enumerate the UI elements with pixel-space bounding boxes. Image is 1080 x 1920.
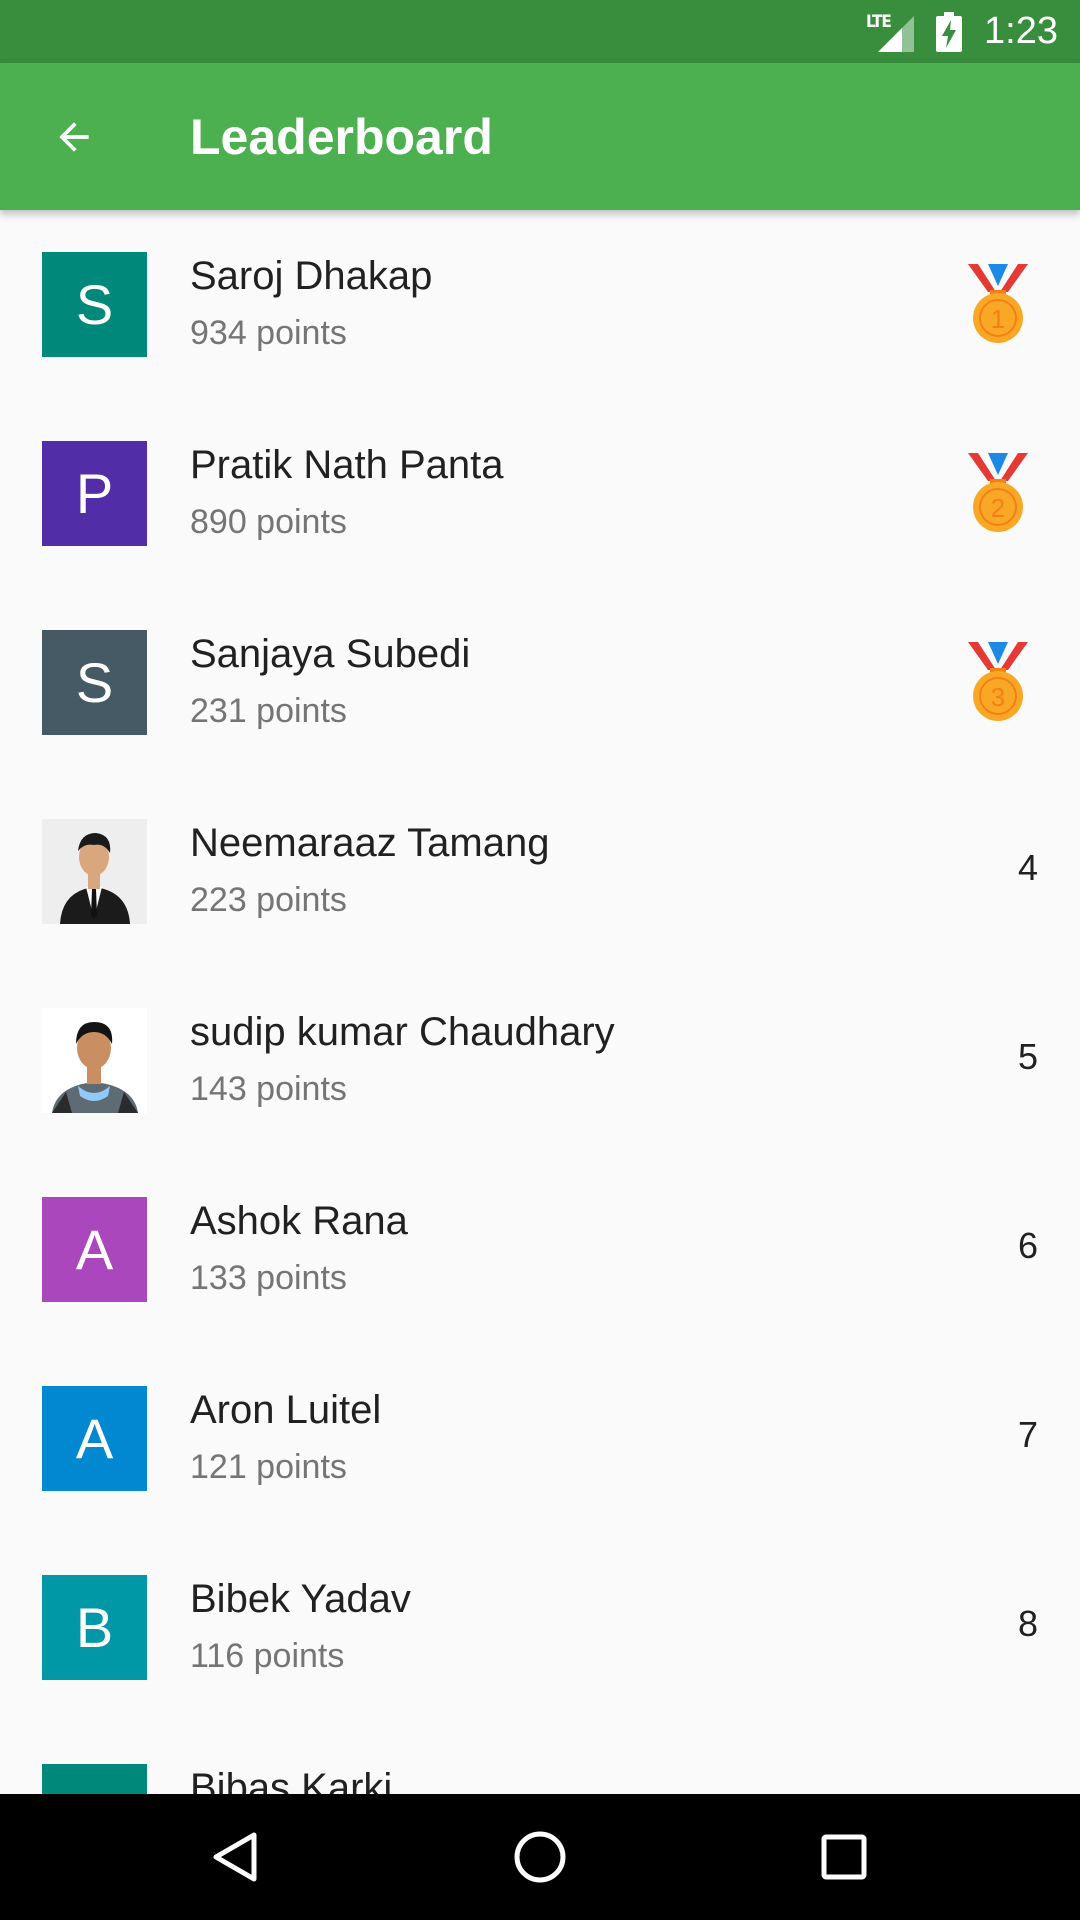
profile-photo [42,819,147,924]
avatar: B [42,1575,147,1680]
avatar: A [42,1197,147,1302]
list-item[interactable]: S Saroj Dhakap 934 points 1 [0,210,1080,399]
rank-number: 6 [1017,1225,1038,1266]
bronze-medal-icon: 3 [968,642,1028,721]
list-item[interactable]: B Bibek Yadav 116 points 8 [0,1533,1080,1722]
leaderboard-list[interactable]: S Saroj Dhakap 934 points 1 P Pratik Nat… [0,210,1080,1794]
silver-medal-icon: 2 [968,453,1028,532]
rank-number: 7 [1017,1414,1038,1455]
avatar: P [42,441,147,546]
list-item[interactable]: A Ashok Rana 133 points 6 [0,1155,1080,1344]
list-item[interactable]: sudip kumar Chaudhary 143 points 5 [0,966,1080,1155]
avatar: S [42,252,147,357]
user-name: Aron Luitel [190,1388,382,1432]
rank-number: 8 [1017,1603,1038,1644]
user-points: 121 points [190,1448,347,1486]
page-title: Leaderboard [190,108,493,165]
user-name: Bibek Yadav [190,1577,411,1621]
user-points: 143 points [190,1070,347,1108]
user-points: 133 points [190,1259,347,1297]
avatar [42,1008,147,1113]
rank-number: 5 [1017,1036,1038,1077]
user-name: Pratik Nath Panta [190,443,504,487]
nav-recents-icon[interactable] [814,1827,874,1887]
status-bar: LTE 1:23 [0,0,1080,63]
user-points: 223 points [190,881,347,919]
avatar [42,1764,147,1794]
user-name: Bibas Karki [190,1766,393,1794]
medal-rank: 3 [991,682,1005,712]
clock: 1:23 [984,10,1058,52]
nav-back-icon[interactable] [206,1827,266,1887]
navigation-bar [0,1794,1080,1920]
user-name: sudip kumar Chaudhary [190,1010,615,1054]
user-name: Ashok Rana [190,1199,408,1243]
list-item[interactable]: S Sanjaya Subedi 231 points 3 [0,588,1080,777]
user-points: 116 points [190,1637,345,1675]
user-name: Sanjaya Subedi [190,632,471,676]
medal-rank: 2 [991,493,1005,523]
back-button[interactable] [46,109,102,165]
list-item[interactable]: Neemaraaz Tamang 223 points 4 [0,777,1080,966]
user-name: Saroj Dhakap [190,254,433,298]
list-item[interactable]: P Pratik Nath Panta 890 points 2 [0,399,1080,588]
user-points: 890 points [190,503,347,541]
gold-medal-icon: 1 [968,264,1028,343]
arrow-back-icon [59,121,89,152]
avatar: A [42,1386,147,1491]
user-points: 934 points [190,314,347,352]
nav-home-icon[interactable] [510,1827,570,1887]
battery-charging-icon [936,11,963,52]
list-item[interactable]: Bibas Karki [0,1722,1080,1794]
app-bar: Leaderboard [0,63,1080,210]
list-item[interactable]: A Aron Luitel 121 points 7 [0,1344,1080,1533]
user-name: Neemaraaz Tamang [190,821,550,865]
avatar: S [42,630,147,735]
medal-rank: 1 [991,304,1005,334]
avatar [42,819,147,924]
profile-photo [42,1008,147,1113]
user-points: 231 points [190,692,347,730]
rank-number: 4 [1017,847,1038,888]
lte-signal-icon: LTE [866,12,915,52]
